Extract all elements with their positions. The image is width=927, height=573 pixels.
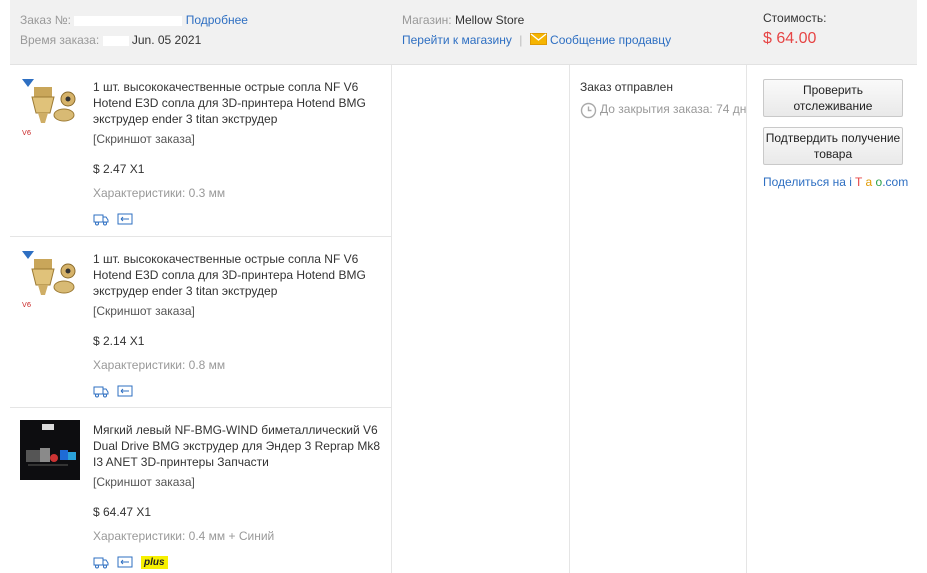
share-a[interactable]: a (866, 175, 873, 189)
order-number-masked (74, 15, 183, 26)
item-details: Мягкий левый NF-BMG-WIND биметаллический… (93, 422, 383, 570)
order-snapshot-link[interactable]: [Скриншот заказа] (93, 474, 383, 490)
item-spec: Характеристики: 0.8 мм (93, 358, 226, 372)
product-image-nozzle[interactable]: V6 (20, 249, 80, 309)
cost-value: $ 64.00 (763, 30, 817, 47)
share-i[interactable]: i (849, 175, 852, 189)
shipping-truck-icon[interactable] (93, 212, 109, 226)
link-separator: | (519, 33, 523, 47)
order-item-3: Мягкий левый NF-BMG-WIND биметаллический… (10, 408, 391, 573)
order-snapshot-link[interactable]: [Скриншот заказа] (93, 303, 383, 319)
item-details: 1 шт. высококачественные острые сопла NF… (93, 79, 383, 227)
order-time-label: Время заказа: (20, 33, 100, 47)
svg-text:V6: V6 (22, 129, 32, 137)
order-item-1: V6 1 шт. высококачественные острые сопла… (10, 65, 391, 236)
store-row: Магазин: Mellow Store (402, 10, 524, 30)
order-time-value: Jun. 05 2021 (131, 33, 202, 47)
close-countdown: До закрытия заказа: 74 дн (600, 102, 747, 116)
order-item-2: V6 1 шт. высококачественные острые сопла… (10, 237, 391, 407)
item-price: $ 64.47 X1 (93, 505, 152, 519)
order-time-masked (102, 35, 129, 46)
share-com[interactable]: .com (882, 175, 908, 189)
svg-text:V6: V6 (22, 301, 32, 309)
order-snapshot-link[interactable]: [Скриншот заказа] (93, 131, 383, 147)
order-time-row: Время заказа: Jun. 05 2021 (20, 30, 201, 50)
shipping-truck-icon[interactable] (93, 384, 109, 398)
item-details: 1 шт. высококачественные острые сопла NF… (93, 251, 383, 399)
product-image-extruder[interactable] (20, 420, 80, 480)
cost-label: Стоимость: (763, 11, 827, 25)
plus-badge: plus (141, 555, 168, 569)
order-items-grid: V6 1 шт. высококачественные острые сопла… (10, 65, 917, 573)
store-name: Mellow Store (454, 13, 525, 27)
share-link[interactable]: Поделиться на i T a o.com (763, 175, 908, 189)
product-image-nozzle[interactable]: V6 (20, 77, 80, 137)
go-to-store-link[interactable]: Перейти к магазину (402, 33, 512, 47)
share-t[interactable]: T (855, 175, 862, 189)
order-number-label: Заказ №: (20, 13, 72, 27)
return-ticket-icon[interactable] (117, 212, 133, 226)
item-price: $ 2.47 X1 (93, 162, 145, 176)
store-links-row: Перейти к магазину | Сообщение продавцу (402, 30, 671, 51)
envelope-icon[interactable] (529, 31, 547, 51)
product-title-link[interactable]: 1 шт. высококачественные острые сопла NF… (93, 251, 383, 299)
item-spec: Характеристики: 0.3 мм (93, 186, 226, 200)
order-header: Заказ №: Подробнее Время заказа: Jun. 05… (10, 0, 917, 65)
message-seller-link[interactable]: Сообщение продавцу (550, 33, 671, 47)
product-title-link[interactable]: Мягкий левый NF-BMG-WIND биметаллический… (93, 422, 383, 470)
track-shipment-button[interactable]: Проверить отслеживание (763, 79, 903, 117)
confirm-receipt-button[interactable]: Подтвердить получение товара (763, 127, 903, 165)
item-spec: Характеристики: 0.4 мм + Синий (93, 529, 275, 543)
share-prefix[interactable]: Поделиться на (763, 175, 849, 189)
shipping-truck-icon[interactable] (93, 555, 109, 569)
return-ticket-icon[interactable] (117, 384, 133, 398)
return-ticket-icon[interactable] (117, 555, 133, 569)
order-number-row: Заказ №: Подробнее (20, 10, 248, 30)
item-price: $ 2.14 X1 (93, 334, 145, 348)
product-title-link[interactable]: 1 шт. высококачественные острые сопла NF… (93, 79, 383, 127)
details-link[interactable]: Подробнее (186, 13, 248, 27)
store-label: Магазин: (402, 13, 452, 27)
order-status: Заказ отправлен До закрытия заказа: 74 д… (580, 79, 750, 119)
status-text: Заказ отправлен (580, 80, 673, 94)
clock-icon (580, 102, 597, 123)
